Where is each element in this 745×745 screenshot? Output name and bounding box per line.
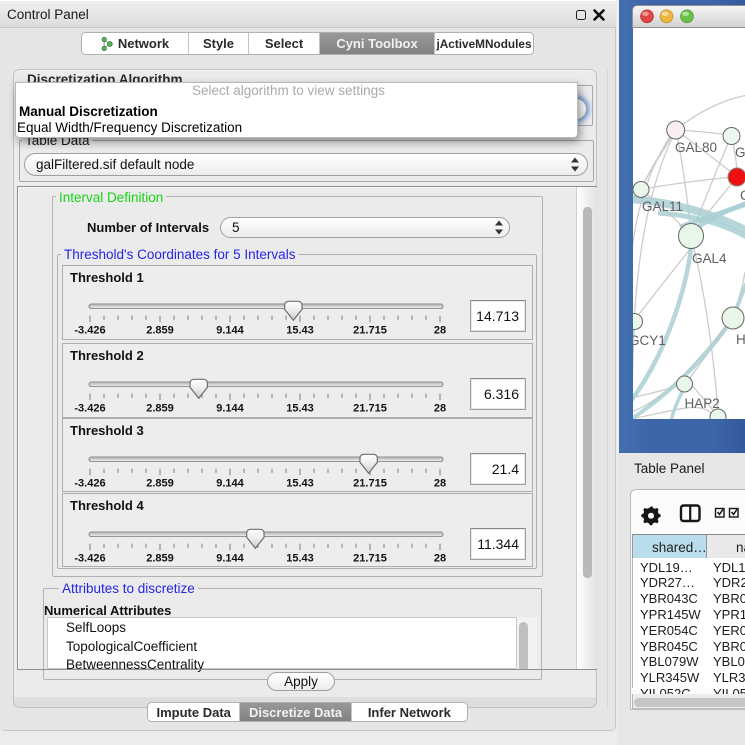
- svg-text:-3.426: -3.426: [74, 402, 105, 414]
- svg-text:28: 28: [434, 477, 446, 489]
- svg-text:-3.426: -3.426: [74, 552, 105, 564]
- svg-text:21.715: 21.715: [353, 324, 387, 336]
- svg-text:-3.426: -3.426: [74, 477, 105, 489]
- svg-text:9.144: 9.144: [216, 477, 244, 489]
- svg-text:28: 28: [434, 402, 446, 414]
- svg-text:GAL4: GAL4: [692, 251, 727, 266]
- svg-text:HAP2: HAP2: [685, 396, 720, 411]
- svg-text:9.144: 9.144: [216, 324, 244, 336]
- svg-text:21.715: 21.715: [353, 402, 387, 414]
- svg-text:21.715: 21.715: [353, 552, 387, 564]
- svg-text:15.43: 15.43: [286, 552, 314, 564]
- svg-text:15.43: 15.43: [286, 402, 314, 414]
- svg-text:GAL80: GAL80: [675, 140, 717, 155]
- svg-text:15.43: 15.43: [286, 477, 314, 489]
- svg-text:-3.426: -3.426: [74, 324, 105, 336]
- svg-text:2.859: 2.859: [146, 324, 174, 336]
- svg-text:2.859: 2.859: [146, 552, 174, 564]
- svg-text:C: C: [740, 188, 745, 203]
- svg-text:2.859: 2.859: [146, 402, 174, 414]
- svg-text:G.: G.: [735, 145, 745, 160]
- svg-text:9.144: 9.144: [216, 552, 244, 564]
- svg-text:21.715: 21.715: [353, 477, 387, 489]
- svg-text:GCY1: GCY1: [633, 333, 666, 348]
- svg-text:9.144: 9.144: [216, 402, 244, 414]
- svg-text:28: 28: [434, 324, 446, 336]
- svg-text:GAL11: GAL11: [642, 199, 683, 214]
- svg-text:H: H: [736, 332, 745, 347]
- svg-text:28: 28: [434, 552, 446, 564]
- svg-text:2.859: 2.859: [146, 477, 174, 489]
- svg-text:15.43: 15.43: [286, 324, 314, 336]
